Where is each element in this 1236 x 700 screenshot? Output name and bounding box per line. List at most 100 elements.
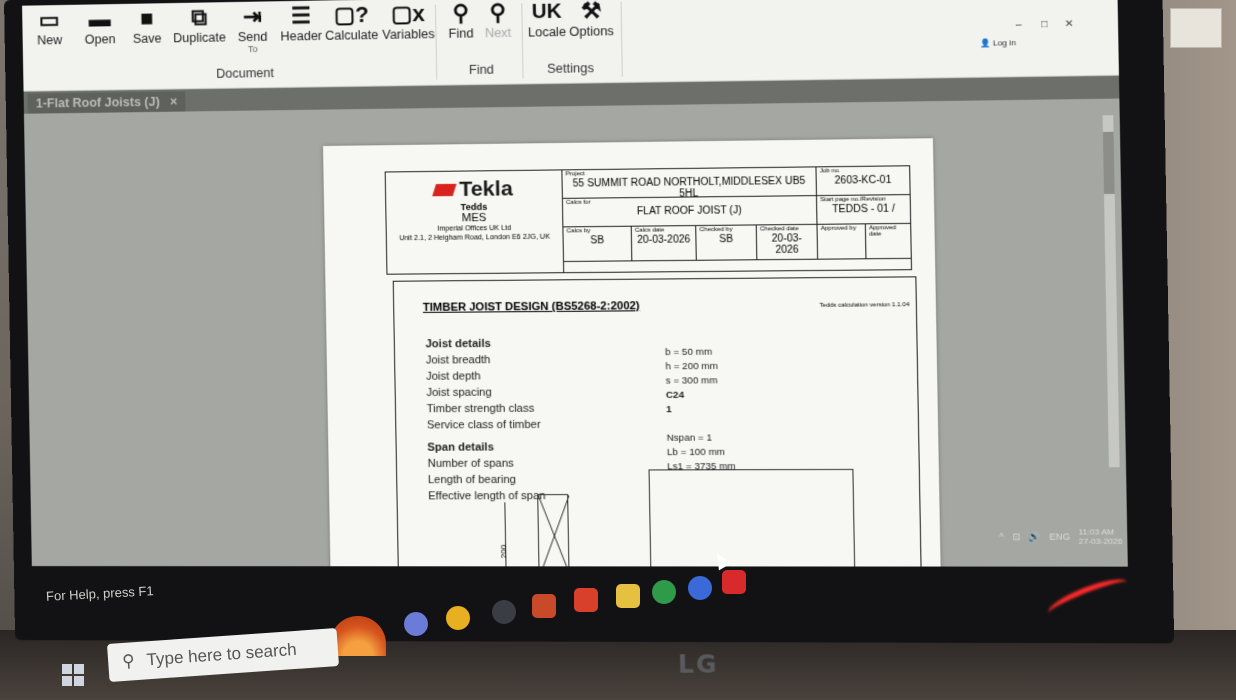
calcs-for-cell: Calcs for FLAT ROOF JOIST (J)	[562, 196, 818, 228]
ribbon-separator	[521, 3, 524, 79]
monitor: ▭ New ▬ Open ■ Save ⧉ Duplicate ⇥ Send T…	[4, 0, 1175, 679]
header-button[interactable]: ☰ Header	[280, 2, 322, 44]
approved-by-cell: Approved by	[817, 224, 867, 260]
windows-start-icon[interactable]	[62, 664, 84, 686]
tekla-logo: Tekla	[386, 177, 562, 203]
service-class-label: Service class of timber	[426, 418, 541, 432]
joist-spacing-value: s = 300 mm	[665, 375, 718, 387]
find-button[interactable]: ⚲ Find	[447, 0, 474, 41]
save-icon: ■	[139, 5, 154, 31]
section-cross-icon	[538, 495, 570, 567]
chrome-profile-icon[interactable]	[688, 576, 712, 600]
service-class-value: 1	[666, 404, 672, 416]
file-explorer-icon[interactable]	[616, 584, 640, 608]
scrollbar-thumb[interactable]	[1102, 131, 1115, 194]
depth-dimension-label: 200	[499, 544, 509, 559]
project-cell: Project 55 SUMMIT ROAD NORTHOLT,MIDDLESE…	[562, 167, 818, 200]
options-button[interactable]: ⚒ Options	[569, 0, 614, 39]
ribbon-separator	[620, 1, 623, 77]
variables-icon: ▢x	[390, 0, 426, 27]
settings-group-label: Settings	[547, 61, 594, 76]
pdf-icon[interactable]	[532, 594, 556, 618]
tedds-icon[interactable]	[722, 570, 746, 594]
document-page: Tekla Tedds MES Imperial Offices UK Ltd …	[323, 138, 941, 567]
calc-body: TIMBER JOIST DESIGN (BS5268-2:2002) Tedd…	[392, 276, 922, 567]
wall-socket	[1170, 8, 1222, 48]
start-page-cell: Start page no./Revision TEDDS - 01 /	[817, 195, 911, 225]
joist-details-heading: Joist details	[425, 337, 491, 351]
send-to-button[interactable]: ⇥ Send To	[237, 3, 268, 55]
monitor-led-light	[1044, 572, 1132, 623]
clock[interactable]: 11:03 AM 27-03-2026	[1079, 527, 1123, 546]
new-button[interactable]: ▭ New	[36, 7, 63, 47]
search-next-icon: ⚲	[489, 0, 507, 26]
tab-flat-roof-joists[interactable]: 1-Flat Roof Joists (J) ×	[27, 91, 186, 114]
strength-class-label: Timber strength class	[426, 402, 535, 416]
joist-breadth-label: Joist breadth	[425, 354, 491, 367]
find-group-label: Find	[468, 62, 495, 78]
number-of-spans-label: Number of spans	[427, 457, 514, 471]
search-icon: ⚲	[452, 0, 470, 26]
calcs-by-cell: Calcs by SB	[563, 226, 633, 262]
locale-uk-icon: UK	[531, 0, 562, 23]
anydesk-icon[interactable]	[574, 588, 598, 612]
header-icon: ☰	[290, 2, 312, 29]
bearing-length-value: Lb = 100 mm	[666, 446, 726, 459]
minimize-icon[interactable]: –	[1016, 19, 1022, 30]
bearing-length-label: Length of bearing	[427, 473, 517, 487]
calculate-icon: ▢?	[333, 1, 370, 28]
locale-button[interactable]: UK Locale	[527, 0, 566, 40]
ribbon-separator	[434, 4, 438, 80]
calcs-date-cell: Calcs date 20-03-2026	[631, 226, 697, 262]
user-icon: 👤	[979, 38, 993, 48]
chrome-icon-2[interactable]	[652, 580, 676, 604]
find-next-button[interactable]: ⚲ Next	[484, 0, 512, 40]
joist-section-sketch	[537, 494, 569, 567]
duplicate-button[interactable]: ⧉ Duplicate	[173, 4, 226, 46]
office-address: Unit 2.1, 2 Heigham Road, London E6 2JG,…	[399, 233, 551, 243]
new-document-icon: ▭	[38, 7, 60, 33]
network-icon[interactable]: ⊡	[1012, 531, 1020, 542]
close-icon[interactable]: ✕	[1065, 19, 1074, 31]
number-of-spans-value: Nspan = 1	[666, 432, 713, 444]
checked-by-cell: Checked by SB	[696, 225, 758, 261]
tekla-flag-icon	[432, 183, 457, 197]
system-tray: ^ ⊡ 🔊 ENG 11:03 AM 27-03-2026	[999, 527, 1122, 546]
checked-date-cell: Checked date 20-03-2026	[756, 224, 819, 261]
document-group-label: Document	[216, 65, 275, 81]
company-block: Tekla Tedds MES Imperial Offices UK Ltd …	[385, 170, 565, 274]
strength-class-value: C24	[665, 389, 685, 401]
send-icon: ⇥	[242, 3, 262, 30]
joist-depth-label: Joist depth	[426, 370, 481, 383]
wrench-icon: ⚒	[580, 0, 602, 24]
effective-span-label: Effective length of span	[428, 490, 546, 503]
screen: ▭ New ▬ Open ■ Save ⧉ Duplicate ⇥ Send T…	[22, 0, 1128, 567]
copilot-icon[interactable]	[404, 612, 428, 636]
login-button[interactable]: 👤 Log in	[980, 38, 1016, 48]
calc-title: TIMBER JOIST DESIGN (BS5268-2:2002)	[422, 300, 640, 314]
save-button[interactable]: ■ Save	[132, 5, 162, 46]
span-details-heading: Span details	[427, 441, 495, 454]
joist-breadth-value: b = 50 mm	[665, 346, 713, 359]
close-tab-icon[interactable]: ×	[170, 95, 178, 109]
chevron-up-icon[interactable]: ^	[999, 531, 1004, 541]
photo-scene: ▭ New ▬ Open ■ Save ⧉ Duplicate ⇥ Send T…	[0, 0, 1236, 700]
maximize-icon[interactable]: □	[1041, 19, 1048, 30]
folder-open-icon: ▬	[88, 6, 111, 32]
language-indicator[interactable]: ENG	[1049, 531, 1070, 541]
search-icon: ⚲	[121, 651, 136, 672]
calc-version: Tedds calculation version 1.1.04	[819, 302, 910, 309]
chrome-icon[interactable]	[446, 606, 470, 630]
duplicate-icon: ⧉	[190, 4, 208, 30]
approved-date-cell: Approved date	[865, 223, 911, 260]
calc-header-block: Tekla Tedds MES Imperial Offices UK Ltd …	[384, 165, 913, 275]
open-button[interactable]: ▬ Open	[84, 6, 116, 47]
volume-icon[interactable]: 🔊	[1029, 531, 1041, 542]
variables-button[interactable]: ▢x Variables	[382, 0, 435, 42]
app-icon[interactable]	[492, 600, 516, 624]
monitor-brand-logo: LG	[677, 650, 719, 679]
joist-spacing-label: Joist spacing	[426, 386, 492, 400]
calculate-button[interactable]: ▢? Calculate	[325, 1, 378, 43]
span-diagram-sketch	[648, 468, 856, 567]
job-no-cell: Job no. 2603-KC-01	[816, 166, 910, 197]
